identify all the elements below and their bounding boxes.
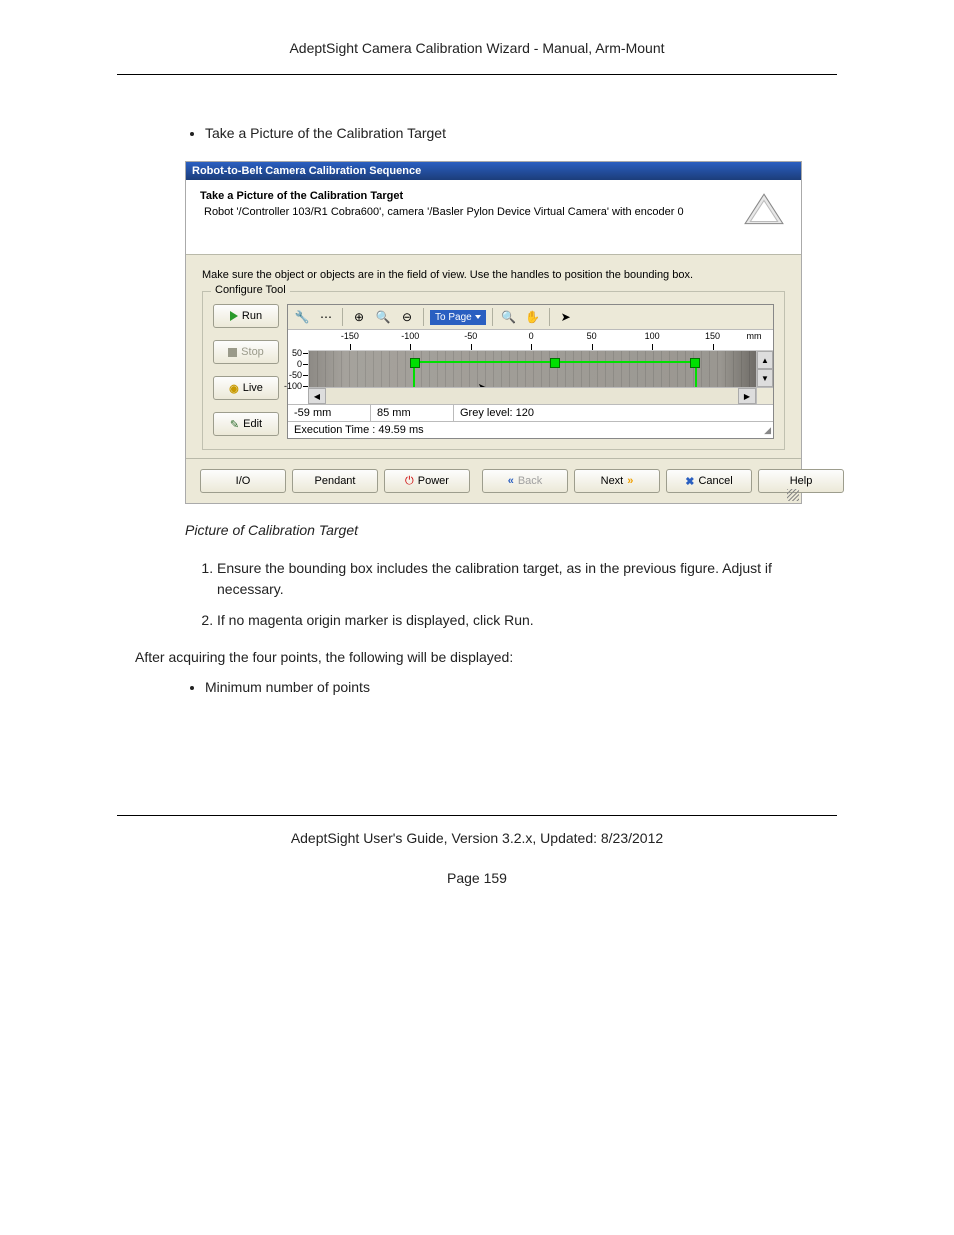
- pan-icon[interactable]: ✋: [523, 307, 543, 327]
- step-1: Ensure the bounding box includes the cal…: [217, 558, 837, 600]
- wizard-footer: I/O Pendant ⏻Power «Back Next» ✖Cancel H…: [186, 458, 801, 503]
- power-icon: ⏻: [405, 475, 414, 488]
- after-points-text: After acquiring the four points, the fol…: [135, 649, 837, 665]
- stop-button[interactable]: Stop: [213, 340, 279, 364]
- page-footer: AdeptSight User's Guide, Version 3.2.x, …: [117, 815, 837, 846]
- bbox-handle-tl[interactable]: [410, 358, 420, 368]
- bullet-take-picture: Take a Picture of the Calibration Target: [205, 125, 837, 141]
- help-button[interactable]: Help: [758, 469, 844, 493]
- crosshair-icon[interactable]: ⋯: [316, 307, 336, 327]
- resize-grip[interactable]: [787, 489, 799, 501]
- back-button[interactable]: «Back: [482, 469, 568, 493]
- wizard-window: Robot-to-Belt Camera Calibration Sequenc…: [185, 161, 802, 504]
- mouse-cursor: ➤: [477, 379, 490, 387]
- play-icon: [230, 311, 238, 321]
- configure-tool-group: Configure Tool Run Stop ◉Live ✎Edit 🔧 ⋯: [202, 291, 785, 450]
- wizard-subheading: Robot '/Controller 103/R1 Cobra600', cam…: [204, 206, 787, 218]
- chevron-down-icon: [475, 315, 481, 319]
- wizard-heading: Take a Picture of the Calibration Target: [200, 190, 787, 202]
- zoom-actual-icon[interactable]: 🔍: [373, 307, 393, 327]
- stop-icon: [228, 348, 237, 357]
- step-2: If no magenta origin marker is displayed…: [217, 610, 837, 631]
- scroll-up-icon[interactable]: ▲: [757, 351, 773, 369]
- ruler-horizontal: -150 -100 -50 0 50 100 150 mm: [308, 330, 773, 351]
- pendant-button[interactable]: Pendant: [292, 469, 378, 493]
- zoom-out-icon[interactable]: ⊖: [397, 307, 417, 327]
- live-button[interactable]: ◉Live: [213, 376, 279, 400]
- bbox-handle-tm[interactable]: [550, 358, 560, 368]
- status-x: -59 mm: [288, 405, 371, 421]
- scroll-right-icon[interactable]: ▶: [738, 388, 756, 404]
- execution-time: Execution Time : 49.59 ms ◢: [288, 421, 773, 438]
- fieldset-legend: Configure Tool: [211, 284, 290, 296]
- bullet-min-points: Minimum number of points: [205, 679, 837, 695]
- io-button[interactable]: I/O: [200, 469, 286, 493]
- status-grey: Grey level: 120: [454, 405, 773, 421]
- wizard-instruction: Make sure the object or objects are in t…: [202, 269, 785, 281]
- live-icon: ◉: [229, 382, 239, 395]
- edit-button[interactable]: ✎Edit: [213, 412, 279, 436]
- zoom-in-icon[interactable]: ⊕: [349, 307, 369, 327]
- camera-canvas[interactable]: →: [309, 351, 756, 387]
- wizard-header: Take a Picture of the Calibration Target…: [186, 180, 801, 255]
- bbox-handle-tr[interactable]: [690, 358, 700, 368]
- page-header: AdeptSight Camera Calibration Wizard - M…: [117, 40, 837, 75]
- run-button[interactable]: Run: [213, 304, 279, 328]
- figure-caption: Picture of Calibration Target: [185, 522, 837, 538]
- chevron-left-icon: «: [508, 475, 514, 487]
- status-y: 85 mm: [371, 405, 454, 421]
- page-number: Page 159: [117, 870, 837, 886]
- chevron-right-icon: »: [627, 475, 633, 487]
- vertical-scrollbar[interactable]: ▲ ▼: [756, 351, 773, 387]
- horizontal-scrollbar[interactable]: ◀ ▶: [308, 387, 756, 404]
- pointer-icon[interactable]: ➤: [556, 307, 576, 327]
- scroll-down-icon[interactable]: ▼: [757, 369, 773, 387]
- zoom-region-icon[interactable]: 🔍: [499, 307, 519, 327]
- viewer-toolbar: 🔧 ⋯ ⊕ 🔍 ⊖ To Page 🔍 ✋: [288, 305, 773, 330]
- wizard-titlebar: Robot-to-Belt Camera Calibration Sequenc…: [186, 162, 801, 180]
- adept-logo: [743, 192, 785, 230]
- image-viewer: 🔧 ⋯ ⊕ 🔍 ⊖ To Page 🔍 ✋: [287, 304, 774, 439]
- zoom-mode-combo[interactable]: To Page: [430, 310, 486, 325]
- cancel-button[interactable]: ✖Cancel: [666, 469, 752, 493]
- cancel-icon: ✖: [685, 475, 694, 488]
- tools-icon[interactable]: 🔧: [292, 307, 312, 327]
- ruler-vertical: 50 0 -50 -100: [288, 351, 309, 387]
- status-bar: -59 mm 85 mm Grey level: 120: [288, 404, 773, 421]
- bounding-box[interactable]: [413, 361, 697, 387]
- power-button[interactable]: ⏻Power: [384, 469, 470, 493]
- next-button[interactable]: Next»: [574, 469, 660, 493]
- scroll-left-icon[interactable]: ◀: [308, 388, 326, 404]
- edit-icon: ✎: [230, 418, 239, 431]
